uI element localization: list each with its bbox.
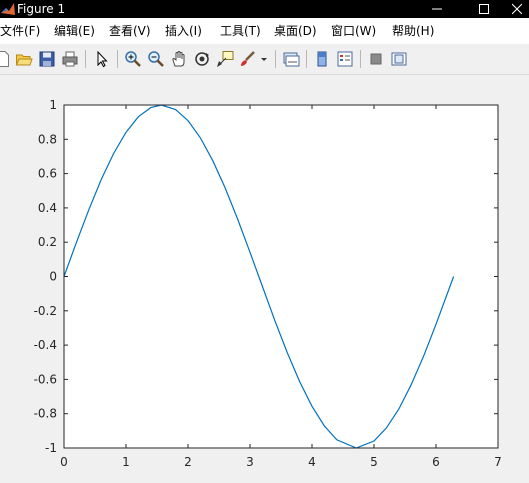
window-titlebar: Figure 1 (0, 0, 529, 18)
zoom-out-icon (148, 51, 164, 67)
pan-hand-icon (172, 51, 185, 67)
toolbar-separator (85, 50, 86, 68)
hide-plot-tools-button[interactable] (367, 50, 385, 68)
y-tick-label: -0.4 (34, 338, 57, 352)
y-tick-label: 0.4 (38, 201, 57, 215)
hide-plot-tools-icon (370, 53, 382, 65)
maximize-icon (479, 4, 489, 14)
menu-edit[interactable]: 编辑(E) (54, 23, 95, 39)
x-tick-label: 4 (308, 455, 316, 469)
link-plot-icon (283, 52, 300, 67)
toolbar-separator (360, 50, 361, 68)
open-button[interactable] (15, 50, 33, 68)
figure-canvas[interactable]: 0 1 2 3 4 5 6 7 -1 -0.8 -0.6 -0.4 -0.2 0 0.2 0.4 0.6 0.8… (0, 75, 529, 483)
x-tick-label: 7 (494, 455, 502, 469)
menu-file[interactable]: 文件(F) (0, 23, 40, 39)
show-plot-tools-button[interactable] (390, 50, 408, 68)
save-icon (39, 51, 55, 67)
edit-plot-button[interactable] (93, 50, 111, 68)
menu-insert[interactable]: 插入(I) (165, 23, 202, 39)
legend-icon (337, 51, 353, 67)
colorbar-icon (317, 51, 327, 67)
maximize-button[interactable] (464, 0, 504, 18)
dropdown-arrow-icon (261, 58, 267, 61)
data-cursor-button[interactable] (216, 50, 234, 68)
save-button[interactable] (38, 50, 56, 68)
y-tick-label: 0.2 (38, 235, 57, 249)
menu-bar: 文件(F) 编辑(E) 查看(V) 插入(I) 工具(T) 桌面(D) 窗口(W… (0, 18, 529, 44)
y-tick-label: 1 (49, 98, 57, 112)
x-tick-label: 3 (246, 455, 254, 469)
y-tick-label: 0.6 (38, 167, 57, 181)
print-button[interactable] (61, 50, 79, 68)
toolbar-separator (117, 50, 118, 68)
minimize-icon (432, 8, 442, 10)
zoom-in-icon (125, 51, 141, 67)
link-plot-button[interactable] (282, 50, 300, 68)
matlab-logo-icon (1, 3, 15, 15)
rotate-3d-icon (195, 52, 209, 66)
new-figure-button[interactable] (0, 50, 12, 68)
x-tick-label: 0 (60, 455, 68, 469)
x-tick-label: 6 (432, 455, 440, 469)
data-cursor-icon (217, 51, 234, 67)
x-tick-label: 1 (122, 455, 130, 469)
y-tick-label: -0.6 (34, 372, 57, 386)
toolbar-separator (306, 50, 307, 68)
brush-dropdown-button[interactable] (259, 50, 269, 68)
window-title: Figure 1 (17, 2, 66, 16)
line-chart[interactable]: 0 1 2 3 4 5 6 7 -1 -0.8 -0.6 -0.4 -0.2 0 0.2 0.4 0.6 0.8… (0, 75, 529, 483)
y-tick-label: -0.2 (34, 304, 57, 318)
x-tick-label: 5 (370, 455, 378, 469)
menu-window[interactable]: 窗口(W) (331, 23, 376, 39)
print-icon (62, 51, 78, 67)
menu-view[interactable]: 查看(V) (109, 23, 151, 39)
colorbar-button[interactable] (313, 50, 331, 68)
legend-button[interactable] (336, 50, 354, 68)
close-button[interactable] (505, 0, 529, 18)
plot-area (64, 105, 498, 448)
x-tick-label: 2 (184, 455, 192, 469)
rotate-3d-button[interactable] (193, 50, 211, 68)
menu-tools[interactable]: 工具(T) (220, 23, 261, 39)
figure-toolbar (0, 44, 529, 75)
open-folder-icon (15, 54, 33, 66)
zoom-out-button[interactable] (147, 50, 165, 68)
zoom-in-button[interactable] (124, 50, 142, 68)
y-tick-label: -1 (45, 441, 57, 455)
new-file-icon (0, 51, 9, 67)
y-tick-label: 0.8 (38, 132, 57, 146)
show-plot-tools-icon (391, 52, 407, 66)
pointer-icon (97, 50, 108, 68)
y-tick-label: 0 (49, 270, 57, 284)
minimize-button[interactable] (417, 0, 457, 18)
brush-button[interactable] (239, 50, 257, 68)
menu-help[interactable]: 帮助(H) (392, 23, 434, 39)
toolbar-separator (275, 50, 276, 68)
brush-icon (241, 51, 255, 66)
close-icon (511, 3, 523, 15)
menu-desktop[interactable]: 桌面(D) (274, 23, 317, 39)
pan-button[interactable] (170, 50, 188, 68)
y-tick-label: -0.8 (34, 407, 57, 421)
